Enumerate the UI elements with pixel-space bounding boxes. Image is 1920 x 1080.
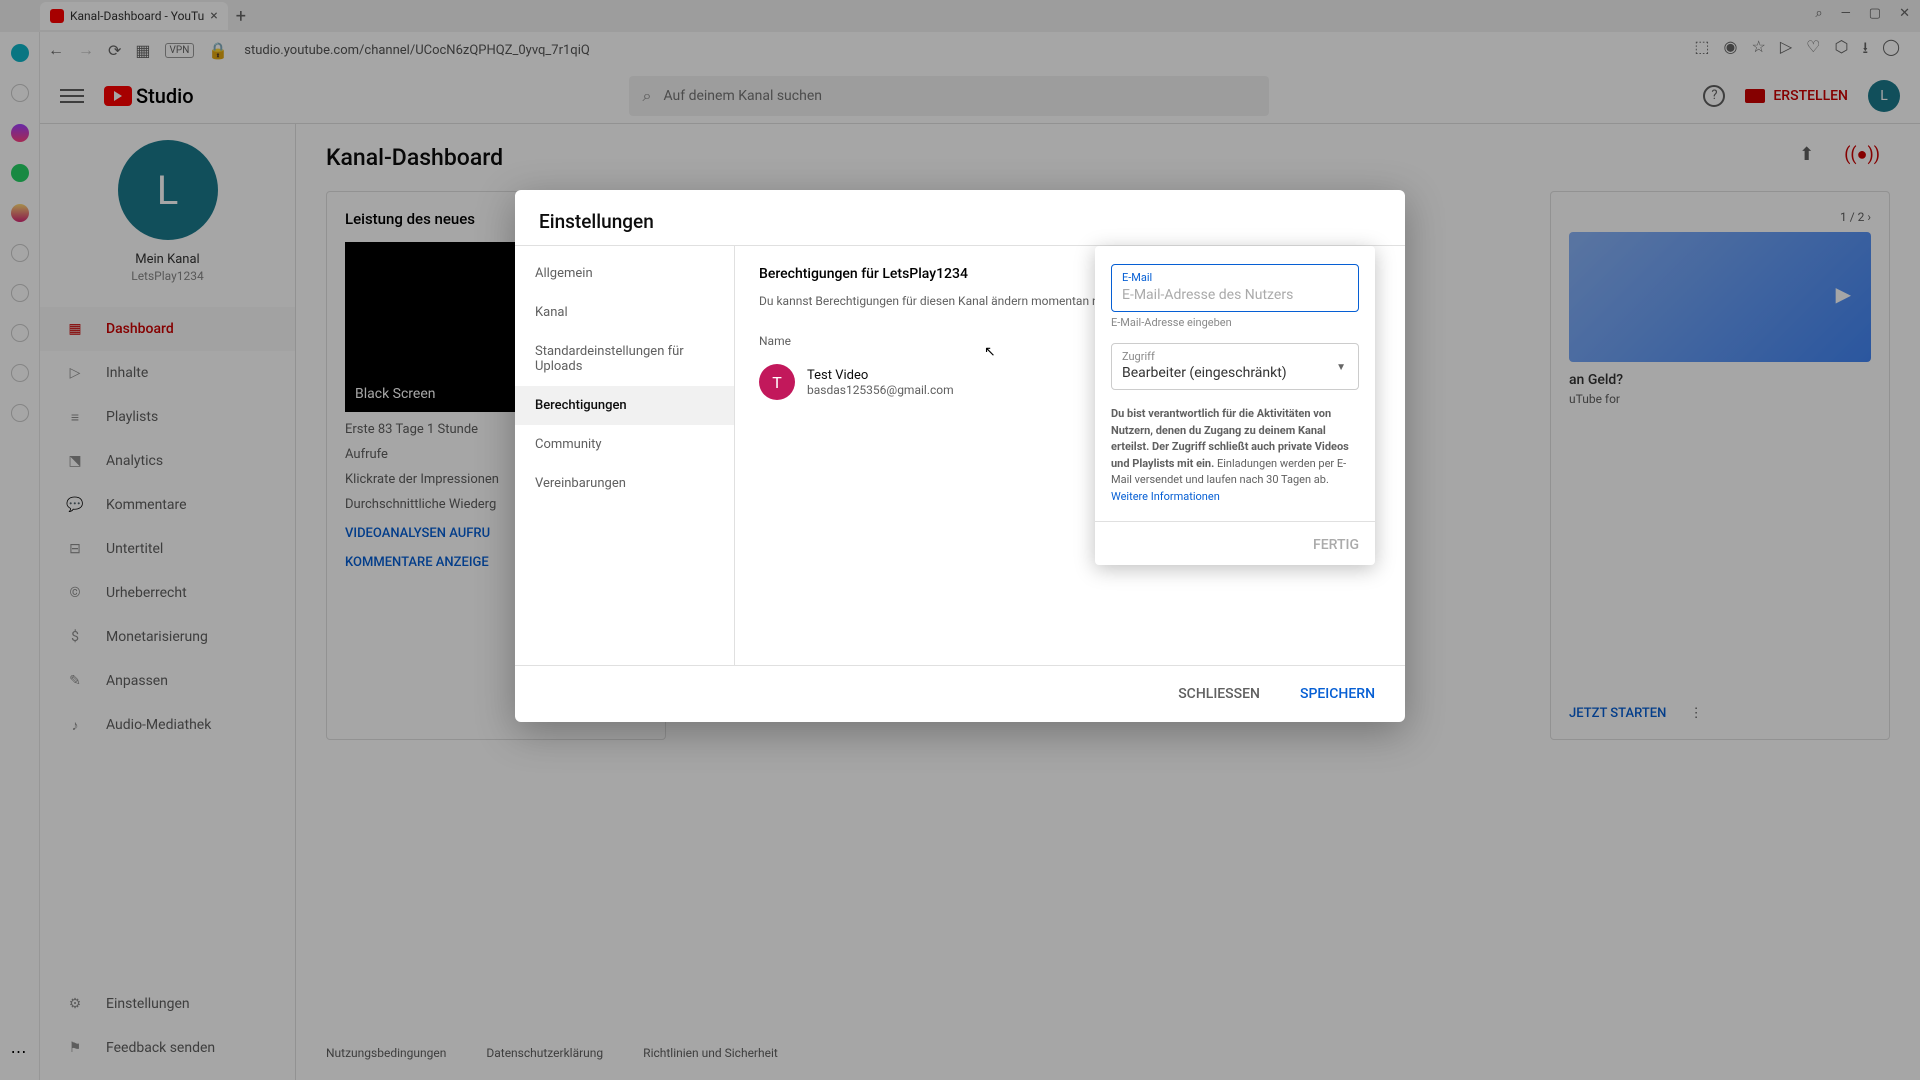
done-button[interactable]: FERTIG (1313, 537, 1359, 553)
modal-title: Einstellungen (515, 190, 1405, 245)
access-value: Bearbeiter (eingeschränkt) (1122, 365, 1348, 381)
modal-footer: SCHLIESSEN SPEICHERN (515, 665, 1405, 722)
invite-popover: E-Mail E-Mail-Adresse eingeben Zugriff B… (1095, 246, 1375, 565)
email-helper: E-Mail-Adresse eingeben (1111, 316, 1359, 329)
modal-nav: Allgemein Kanal Standardeinstellungen fü… (515, 246, 735, 665)
close-button[interactable]: SCHLIESSEN (1168, 678, 1270, 710)
modal-overlay[interactable]: Einstellungen Allgemein Kanal Standardei… (0, 0, 1920, 1080)
chevron-down-icon: ▼ (1336, 362, 1346, 373)
disclaimer-text: Du bist verantwortlich für die Aktivität… (1111, 406, 1359, 505)
access-select[interactable]: Zugriff Bearbeiter (eingeschränkt) ▼ (1111, 343, 1359, 390)
email-field-wrap: E-Mail (1111, 264, 1359, 312)
modal-nav-general[interactable]: Allgemein (515, 254, 734, 293)
email-input[interactable] (1122, 287, 1348, 303)
user-name: Test Video (807, 368, 954, 383)
modal-nav-agreements[interactable]: Vereinbarungen (515, 464, 734, 503)
popover-footer: FERTIG (1095, 521, 1375, 565)
access-label: Zugriff (1122, 350, 1348, 363)
user-avatar-icon: T (759, 364, 795, 400)
modal-nav-upload-defaults[interactable]: Standardeinstellungen für Uploads (515, 332, 734, 386)
email-label: E-Mail (1122, 271, 1348, 284)
modal-nav-community[interactable]: Community (515, 425, 734, 464)
save-button[interactable]: SPEICHERN (1290, 678, 1385, 710)
learn-more-link[interactable]: Weitere Informationen (1111, 490, 1220, 503)
user-email: basdas125356@gmail.com (807, 383, 954, 397)
modal-nav-channel[interactable]: Kanal (515, 293, 734, 332)
settings-modal: Einstellungen Allgemein Kanal Standardei… (515, 190, 1405, 722)
modal-nav-permissions[interactable]: Berechtigungen (515, 386, 734, 425)
